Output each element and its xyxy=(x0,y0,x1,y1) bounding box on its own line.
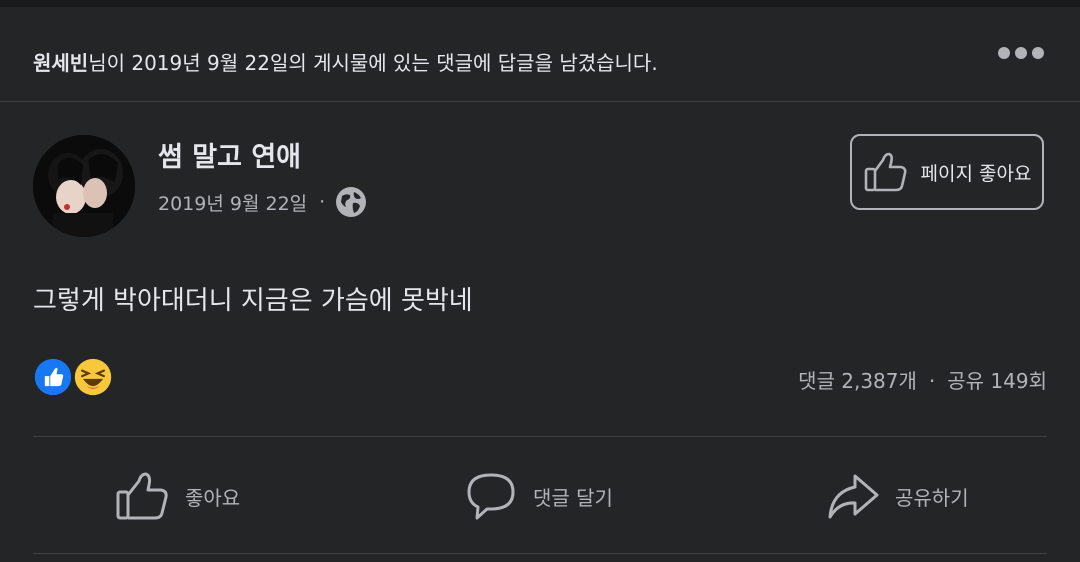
notice-user-name[interactable]: 원세빈 xyxy=(33,51,88,75)
share-label: 공유하기 xyxy=(895,485,969,510)
thumbs-up-icon xyxy=(116,472,168,520)
like-reaction-icon xyxy=(31,355,75,399)
post-date[interactable]: 2019년 9월 22일 xyxy=(158,189,307,216)
top-strip xyxy=(0,0,1080,7)
divider xyxy=(33,553,1047,554)
comment-icon xyxy=(467,473,515,520)
globe-icon xyxy=(336,187,367,217)
more-dot-icon xyxy=(1015,47,1027,59)
post-body: 그렇게 박아대더니 지금은 가슴에 못박네 xyxy=(33,286,473,316)
stats-separator: · xyxy=(928,369,936,393)
reaction-summary[interactable] xyxy=(31,355,115,399)
like-button[interactable]: 좋아요 xyxy=(115,468,240,524)
thumbs-up-icon xyxy=(864,152,906,192)
like-label: 좋아요 xyxy=(185,485,241,510)
haha-reaction-icon xyxy=(71,355,115,399)
share-arrow-icon xyxy=(828,474,879,519)
page-avatar[interactable] xyxy=(33,135,135,237)
like-page-button[interactable]: 페이지 좋아요 xyxy=(850,134,1044,210)
post-meta: 2019년 9월 22일 · xyxy=(158,186,367,218)
more-dot-icon xyxy=(1032,47,1044,59)
meta-separator: · xyxy=(319,191,326,213)
share-button[interactable]: 공유하기 xyxy=(825,468,969,524)
notice-message: 님이 2019년 9월 22일의 게시물에 있는 댓글에 답글을 남겼습니다. xyxy=(88,51,658,75)
like-page-label: 페이지 좋아요 xyxy=(920,162,1032,185)
more-dot-icon xyxy=(998,47,1010,59)
more-options-button[interactable] xyxy=(998,47,1044,59)
comment-label: 댓글 달기 xyxy=(533,485,613,510)
reply-notice-bar: 원세빈님이 2019년 9월 22일의 게시물에 있는 댓글에 답글을 남겼습니… xyxy=(0,7,1080,102)
page-name[interactable]: 썸 말고 연애 xyxy=(158,135,301,174)
divider xyxy=(33,436,1047,437)
reply-notice-text: 원세빈님이 2019년 9월 22일의 게시물에 있는 댓글에 답글을 남겼습니… xyxy=(33,47,658,76)
post-stats: 댓글 2,387개 · 공유 149회 xyxy=(798,365,1047,394)
comment-count[interactable]: 댓글 2,387개 xyxy=(798,369,917,393)
share-count[interactable]: 공유 149회 xyxy=(947,369,1047,393)
comment-button[interactable]: 댓글 달기 xyxy=(463,468,613,524)
